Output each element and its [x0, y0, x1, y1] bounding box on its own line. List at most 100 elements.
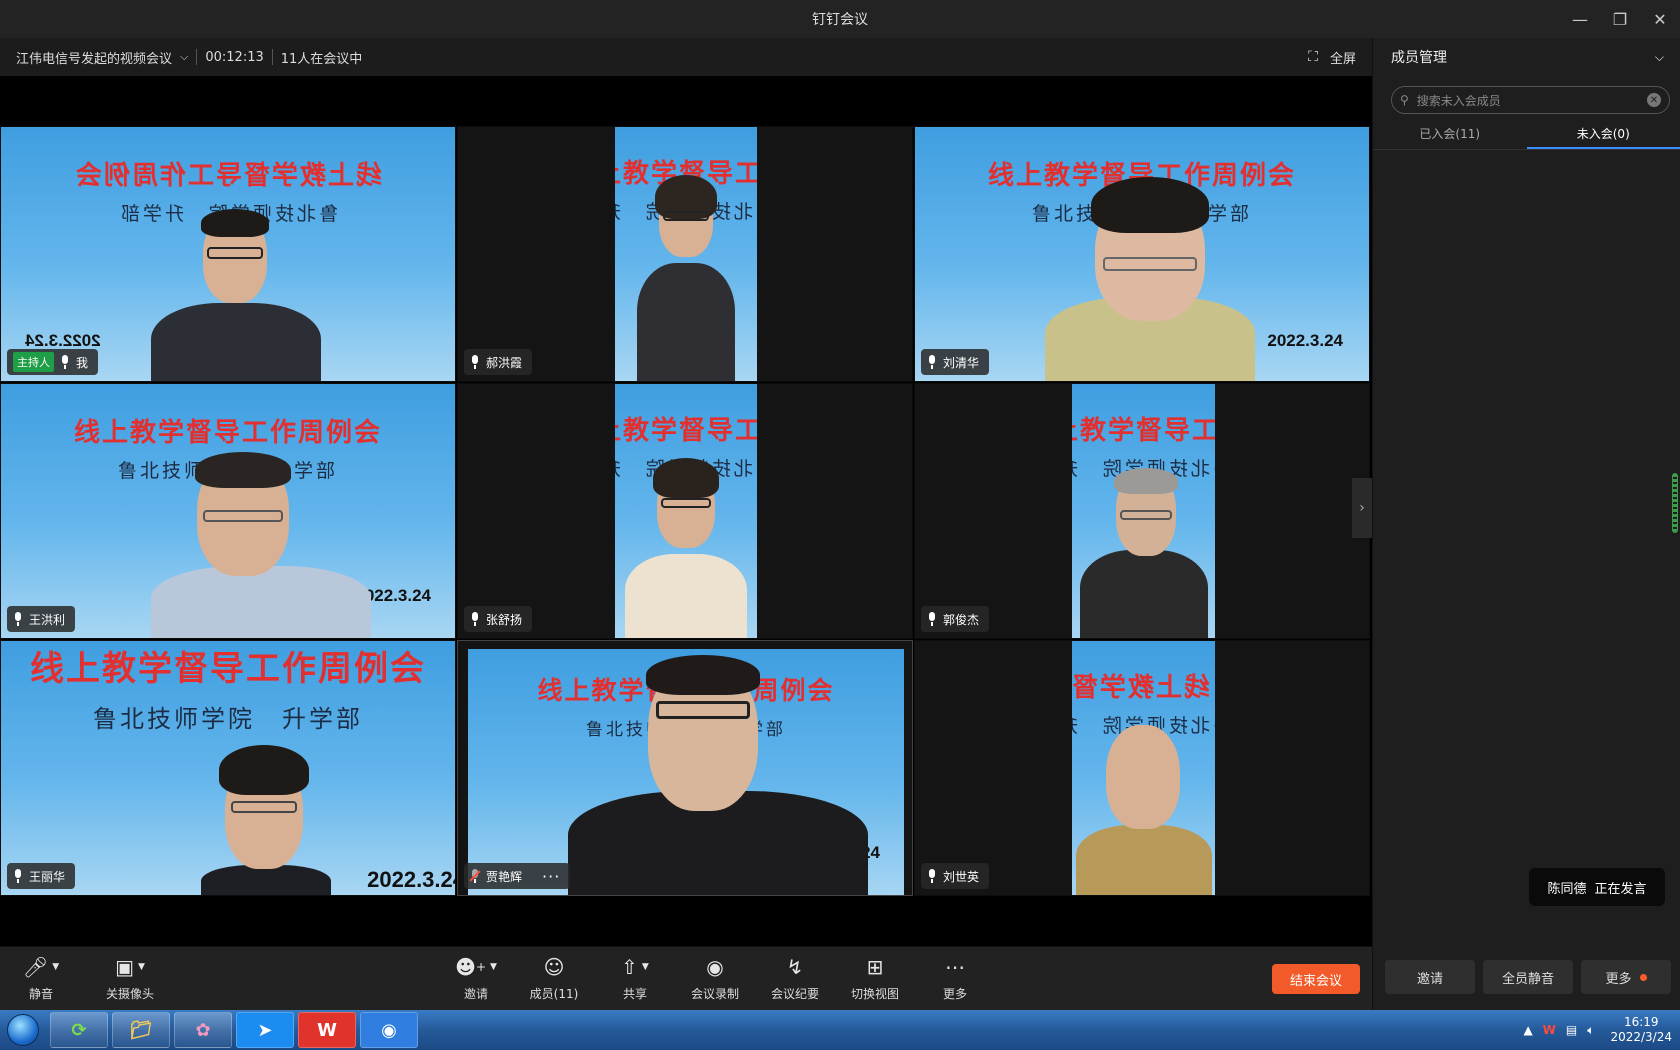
- microphone-icon: [470, 612, 480, 626]
- participant-image: [141, 209, 331, 381]
- slide-title: 线上教学督导工作周例会: [615, 416, 757, 446]
- participant-nametag: 王洪利: [7, 606, 76, 632]
- audio-level-indicator: [1672, 473, 1678, 533]
- host-badge: 主持人: [13, 352, 54, 372]
- participant-nametag: 郭俊杰: [921, 606, 990, 632]
- slide-title: 线上教学督导工作周例会: [74, 161, 383, 191]
- microphone-muted-icon: [469, 869, 481, 883]
- microphone-icon: [13, 869, 23, 883]
- fullscreen-label: 全屏: [1329, 51, 1356, 67]
- video-tile[interactable]: 线上教学督导工作周例会 鲁北技师学院 升学部 2022.3.24 王丽华: [0, 640, 456, 896]
- more-label: 更多: [942, 987, 967, 1001]
- windows-logo-icon: [7, 1014, 39, 1046]
- meeting-info-bar: 江伟电信号发起的视频会议 ⌵ 00:12:13 11人在会议中 ⛶ 全屏: [0, 38, 1372, 76]
- chevron-down-icon[interactable]: ⌵: [1655, 50, 1664, 65]
- participant-nametag: 刘世英: [921, 863, 990, 889]
- participant-nametag: 主持人 我: [7, 349, 99, 375]
- photo-app-taskbar-icon[interactable]: ✿: [174, 1012, 232, 1048]
- clock-time: 16:19: [1623, 1015, 1659, 1029]
- volume-icon[interactable]: 🔈︎: [1587, 1023, 1594, 1038]
- slide-date: 2022.3.24: [25, 331, 101, 350]
- video-feed: 线上教学督导工作周例会 鲁北技师学院 升学部 2022.3.24: [468, 649, 904, 895]
- panel-more-button[interactable]: 更多: [1581, 960, 1671, 994]
- wps-taskbar-icon[interactable]: W: [298, 1012, 356, 1048]
- more-options-icon[interactable]: ···: [542, 867, 560, 886]
- invite-member-button[interactable]: 邀请: [1385, 960, 1475, 994]
- meeting-duration: 00:12:13: [205, 49, 264, 65]
- slide-date: 2022.3.24: [1267, 331, 1343, 350]
- video-tile[interactable]: 线上教学督导工作周例会 鲁北技师学院 升学部 2022.3.24 王洪利: [0, 383, 456, 639]
- member-search-input[interactable]: ⚲ 搜索未入会成员 ✕: [1391, 86, 1670, 114]
- camera-button[interactable]: ▣ ▼ 关摄像头: [85, 955, 175, 1005]
- member-tabs: 已入会(11) 未入会(0): [1373, 120, 1680, 150]
- file-explorer-taskbar-icon[interactable]: 📁︎: [112, 1012, 170, 1048]
- participant-nametag: 张舒扬: [464, 606, 533, 632]
- meeting-toolbar: 🎤︎ ▼ 静音 ▣ ▼ 关摄像头 ☻ + ▼ 邀请 ☺ 成员(11) ⇧ ▼ 共享 ◉ 会…: [0, 946, 1372, 1010]
- share-label: 共享: [622, 987, 647, 1001]
- participant-image: [1076, 715, 1212, 895]
- minimize-icon[interactable]: —: [1560, 0, 1600, 38]
- close-icon[interactable]: ✕: [1640, 0, 1680, 38]
- lightning-icon: ↯: [786, 955, 804, 979]
- video-tile[interactable]: 线上教学督导工作周例会 鲁北技师学院 升学部 张舒扬: [457, 383, 913, 639]
- members-button[interactable]: ☺ 成员(11): [518, 955, 590, 1005]
- video-tile[interactable]: 线上教学督导工作周例会 鲁北技师学院 升学部 郭俊杰: [914, 383, 1370, 639]
- switch-view-button[interactable]: ⊞ 切换视图: [839, 955, 911, 1005]
- participant-name: 郭俊杰: [943, 612, 980, 627]
- dingtalk-taskbar-icon[interactable]: ➤: [236, 1012, 294, 1048]
- panel-actions: 邀请 全员静音 更多: [1385, 960, 1671, 994]
- minutes-button[interactable]: ↯ 会议纪要: [759, 955, 831, 1005]
- speaking-indicator: 陈同德 正在发言: [1529, 868, 1665, 906]
- tray-expand-icon[interactable]: ▲: [1523, 1023, 1532, 1037]
- next-page-arrow[interactable]: ›: [1352, 478, 1372, 538]
- participant-name: 王洪利: [29, 612, 66, 627]
- video-tile[interactable]: 线上教学督导工作周例会 鲁北技师学院 升学部 刘世英: [914, 640, 1370, 896]
- share-button[interactable]: ⇧ ▼ 共享: [599, 955, 671, 1005]
- meeting-taskbar-icon[interactable]: ◉: [360, 1012, 418, 1048]
- meeting-name[interactable]: 江伟电信号发起的视频会议: [16, 48, 172, 67]
- system-clock[interactable]: 16:19 2022/3/24: [1604, 1015, 1672, 1045]
- video-feed: 线上教学督导工作周例会 鲁北技师学院 升学部: [1072, 384, 1215, 638]
- wps-tray-icon[interactable]: W: [1543, 1023, 1556, 1037]
- participant-name: 郝洪霞: [486, 355, 523, 370]
- tab-not-joined[interactable]: 未入会(0): [1526, 120, 1680, 149]
- search-placeholder: 搜索未入会成员: [1416, 93, 1501, 108]
- fullscreen-button[interactable]: ⛶ 全屏: [1308, 38, 1356, 76]
- slide-title: 线上教学督导工作周例会: [1072, 416, 1215, 446]
- participant-name: 张舒扬: [486, 612, 523, 627]
- video-stage: 线上教学督导工作周例会 鲁北技师学院 升学部 2022.3.24 主持人 我 线…: [0, 76, 1372, 946]
- video-tile[interactable]: 线上教学督导工作周例会 鲁北技师学院 升学部 郝洪霞: [457, 126, 913, 382]
- mute-button[interactable]: 🎤︎ ▼ 静音: [5, 955, 77, 1005]
- video-feed: 线上教学督导工作周例会 鲁北技师学院 升学部 2022.3.24: [1, 384, 455, 638]
- end-meeting-button[interactable]: 结束会议: [1272, 964, 1360, 994]
- slide-title: 线上教学督导工作周例会: [30, 649, 426, 689]
- video-feed: 线上教学督导工作周例会 鲁北技师学院 升学部 2022.3.24: [1, 641, 455, 895]
- start-button[interactable]: [0, 1010, 46, 1050]
- minutes-label: 会议纪要: [770, 987, 819, 1001]
- mute-all-button[interactable]: 全员静音: [1483, 960, 1573, 994]
- network-icon[interactable]: ▤: [1566, 1023, 1577, 1037]
- more-button[interactable]: ⋯ 更多: [919, 955, 991, 1005]
- clear-search-icon[interactable]: ✕: [1647, 93, 1661, 107]
- record-button[interactable]: ◉ 会议录制: [679, 955, 751, 1005]
- video-tile[interactable]: 线上教学督导工作周例会 鲁北技师学院 升学部 2022.3.24 主持人 我: [0, 126, 456, 382]
- record-label: 会议录制: [690, 987, 739, 1001]
- video-feed: 线上教学督导工作周例会 鲁北技师学院 升学部 2022.3.24: [915, 127, 1369, 381]
- invite-button[interactable]: ☻ + ▼ 邀请: [440, 955, 512, 1005]
- chevron-down-icon[interactable]: ⌵: [180, 50, 188, 64]
- participant-nametag: 郝洪霞: [464, 349, 533, 375]
- restore-icon[interactable]: ❐: [1600, 0, 1640, 38]
- browser-taskbar-icon[interactable]: ⟳: [50, 1012, 108, 1048]
- invite-label: 邀请: [463, 987, 488, 1001]
- window-titlebar: 钉钉会议 — ❐ ✕: [0, 0, 1680, 38]
- video-tile[interactable]: 线上教学督导工作周例会 鲁北技师学院 升学部 2022.3.24 贾艳辉 ···: [457, 640, 913, 896]
- video-tile[interactable]: 线上教学督导工作周例会 鲁北技师学院 升学部 2022.3.24 刘清华: [914, 126, 1370, 382]
- switch-view-label: 切换视图: [850, 987, 899, 1001]
- panel-title: 成员管理: [1391, 50, 1447, 66]
- microphone-icon: [13, 612, 23, 626]
- divider: [271, 49, 273, 65]
- participant-name: 我: [76, 355, 89, 370]
- participant-count: 11人在会议中: [280, 51, 363, 67]
- slide-title: 线上教学督导工作周例会: [1072, 673, 1211, 703]
- tab-joined[interactable]: 已入会(11): [1373, 120, 1527, 149]
